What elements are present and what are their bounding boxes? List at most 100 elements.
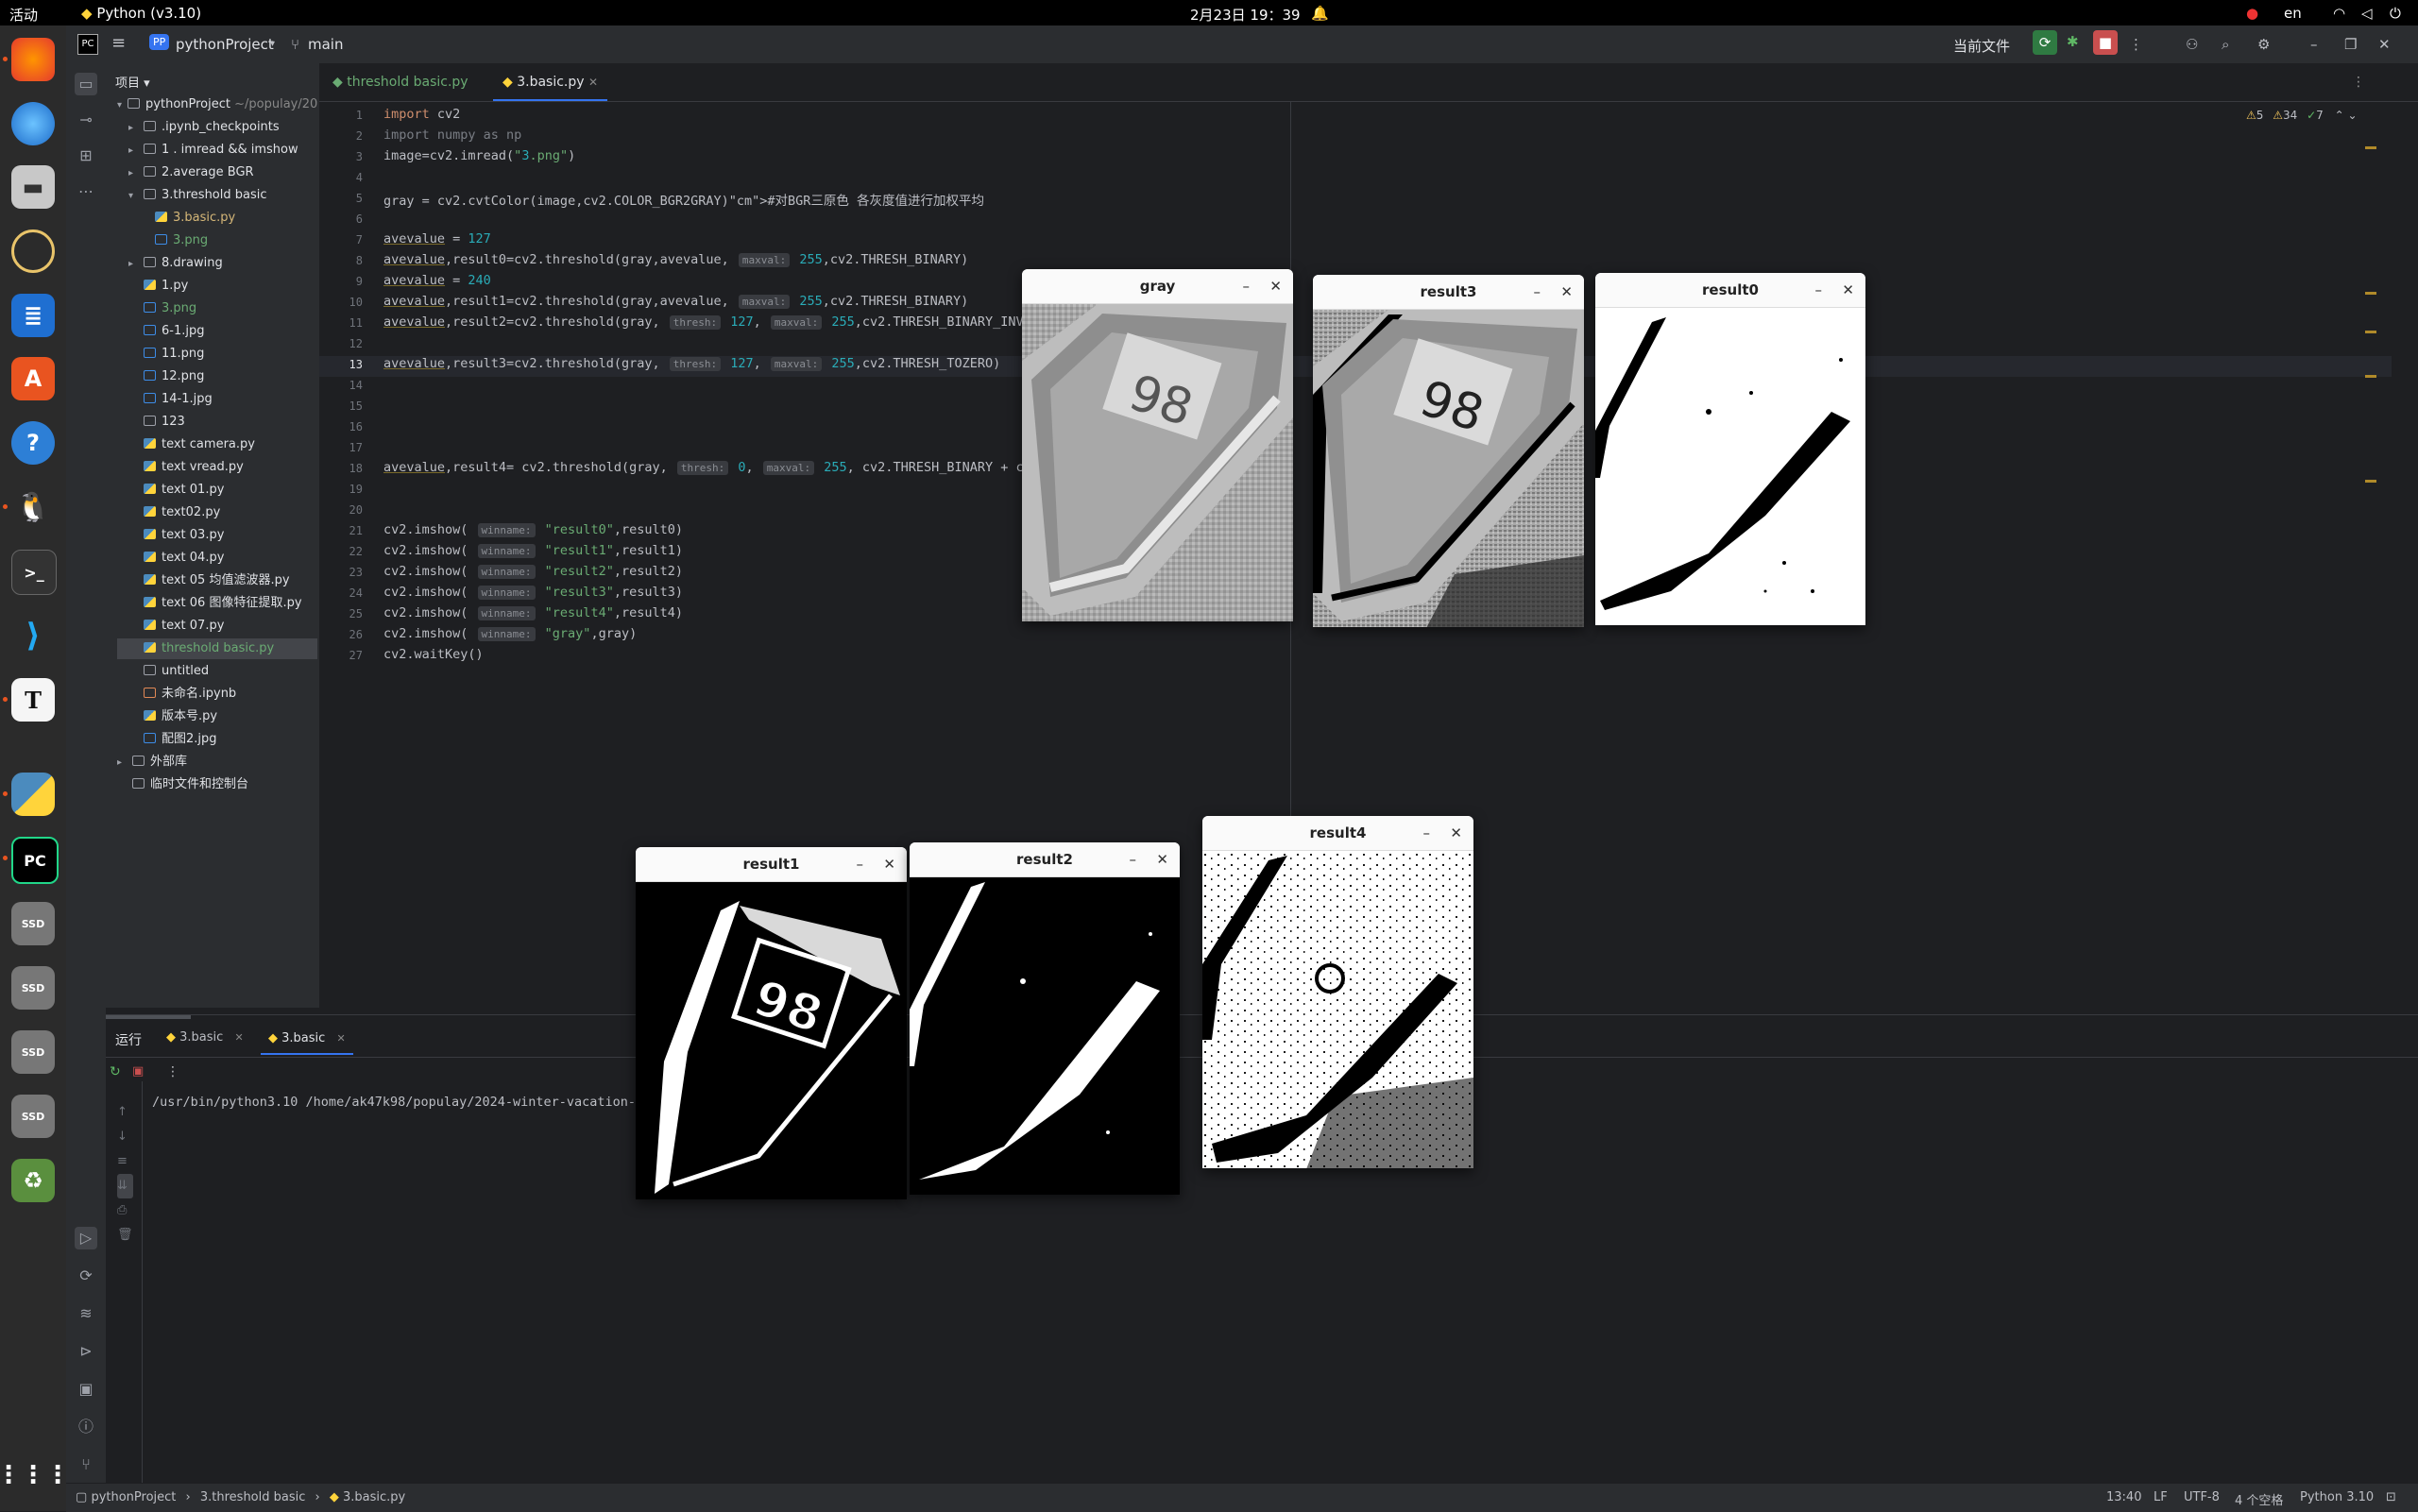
rerun-icon[interactable]: ↻ [110,1064,121,1079]
ssd-drive-icon[interactable]: SSD [11,1095,55,1138]
tree-item[interactable]: 3.png [155,230,208,251]
code-line[interactable]: image=cv2.imread("3.png") [383,148,575,163]
commit-icon[interactable]: ⊸ [75,109,97,131]
chevron-up-icon[interactable]: ⌃ [2335,109,2344,122]
lock-icon[interactable]: ⊡ [2386,1490,2396,1504]
close-icon[interactable]: ✕ [1450,816,1462,850]
project-panel-title[interactable]: 项目 ▾ [115,73,150,91]
tab-3-basic[interactable]: ◆ 3.basic.py ✕ [493,63,608,101]
terminal-tool-icon[interactable]: ▣ [75,1378,97,1401]
tree-external-libs[interactable]: ▸ 外部库 [117,752,187,773]
tree-scratches[interactable]: 临时文件和控制台 [132,774,248,795]
tree-item[interactable]: text02.py [144,502,220,523]
tree-item[interactable]: text 04.py [144,548,224,569]
chevron-right-icon[interactable]: ▸ [128,118,144,139]
restore-icon[interactable]: ❐ [2344,36,2357,53]
help-icon[interactable]: ? [11,421,55,465]
window-title-bar[interactable]: result1 – ✕ [636,847,907,882]
chevron-right-icon[interactable]: ▸ [128,254,144,275]
tree-item[interactable]: ▸ 8.drawing [128,253,223,274]
breadcrumb-folder[interactable]: 3.threshold basic [200,1490,306,1504]
window-gray[interactable]: gray – ✕ 98 [1022,269,1293,621]
tree-item[interactable]: text 06 图像特征提取.py [144,593,302,614]
code-line[interactable]: cv2.imshow( winname: "gray",gray) [383,626,637,641]
scroll-to-end-icon[interactable]: ⇊ [117,1174,133,1198]
tree-item[interactable]: 3.basic.py [155,208,235,229]
tree-item[interactable]: 1.py [144,276,188,297]
code-line[interactable]: avevalue,result2=cv2.threshold(gray, thr… [383,314,1031,330]
code-line[interactable]: cv2.imshow( winname: "result3",result3) [383,585,683,600]
volume-icon[interactable]: ◁ [2361,5,2373,22]
minimize-icon[interactable]: – [1423,816,1431,850]
files-icon[interactable]: ▬ [11,165,55,209]
branch-switcher[interactable]: main [308,36,343,53]
tree-item[interactable]: 6-1.jpg [144,321,204,342]
code-line[interactable]: cv2.imshow( winname: "result1",result1) [383,543,683,558]
tree-item[interactable]: 12.png [144,366,204,387]
inspections-widget[interactable]: ⚠5 ⚠34 ✓7 ⌃ ⌄ [2246,109,2358,122]
indent-setting[interactable]: 4 个空格 [2235,1490,2283,1508]
minimize-icon[interactable]: – [1534,275,1541,309]
run-tab[interactable]: ◆ 3.basic ✕ [166,1030,244,1045]
problems-icon[interactable]: ⓘ [75,1416,97,1438]
line-separator[interactable]: LF [2154,1490,2168,1504]
tree-item[interactable]: text 01.py [144,480,224,501]
services-icon[interactable]: ⊳ [75,1340,97,1363]
caret-position[interactable]: 13:40 [2106,1490,2141,1504]
window-title-bar[interactable]: result4 – ✕ [1202,816,1473,851]
code-line[interactable]: avevalue,result3=cv2.threshold(gray, thr… [383,356,1000,371]
minimize-icon[interactable]: – [1130,842,1137,876]
code-line[interactable]: avevalue,result0=cv2.threshold(gray,avev… [383,252,968,267]
run-config-select[interactable]: 当前文件 [1953,36,2010,56]
chevron-right-icon[interactable]: ▸ [128,163,144,184]
git-icon[interactable]: ⑂ [75,1453,97,1476]
file-encoding[interactable]: UTF-8 [2184,1490,2220,1504]
tree-item[interactable]: untitled [144,661,209,682]
tree-item[interactable]: 123 [144,412,185,433]
wifi-icon[interactable]: ◠ [2333,5,2345,22]
run-tool-icon[interactable]: ▷ [75,1227,97,1249]
scrollbar-thumb[interactable] [106,1015,191,1019]
code-line[interactable]: gray = cv2.cvtColor(image,cv2.COLOR_BGR2… [383,190,984,209]
ssd-drive-icon[interactable]: SSD [11,966,55,1010]
language-indicator[interactable]: en [2284,5,2302,22]
tree-item[interactable]: text 07.py [144,616,224,637]
console-output[interactable]: /usr/bin/python3.10 /home/ak47k98/popula… [152,1095,643,1110]
tree-item[interactable]: text 03.py [144,525,224,546]
minimize-icon[interactable]: – [857,847,864,881]
close-icon[interactable]: ✕ [2378,36,2391,53]
window-result2[interactable]: result2 – ✕ [910,842,1180,1195]
python-packages-icon[interactable]: ⟳ [75,1265,97,1287]
close-tab-icon[interactable]: ✕ [234,1031,243,1044]
code-line[interactable]: avevalue = 127 [383,231,491,246]
rerun-button[interactable]: ⟳ [2033,30,2057,55]
window-result3[interactable]: result3 – ✕ 98 [1313,275,1584,627]
terminal-icon[interactable]: >_ [11,550,57,595]
python-idle-icon[interactable] [11,773,55,816]
chevron-down-icon[interactable]: ▾ [128,186,144,207]
thunderbird-icon[interactable] [11,102,55,145]
ssd-drive-icon[interactable]: SSD [11,902,55,945]
window-result0[interactable]: result0 – ✕ [1595,273,1865,625]
qq-icon[interactable]: 🐧 [11,485,55,529]
software-icon[interactable]: A [11,357,55,400]
up-arrow-icon[interactable]: ↑ [117,1100,133,1125]
code-line[interactable]: import numpy as np [383,127,521,143]
structure-icon[interactable]: ⊞ [75,144,97,167]
clock[interactable]: 2月23日 19：39 [1190,5,1301,25]
tree-item[interactable]: text camera.py [144,434,255,455]
code-line[interactable]: avevalue,result1=cv2.threshold(gray,avev… [383,294,968,309]
code-line[interactable]: cv2.imshow( winname: "result0",result0) [383,522,683,537]
close-icon[interactable]: ✕ [1560,275,1573,309]
code-line[interactable]: cv2.imshow( winname: "result2",result2) [383,564,683,579]
window-title-bar[interactable]: result0 – ✕ [1595,273,1865,308]
chevron-right-icon[interactable]: ▸ [117,753,132,773]
code-line[interactable]: avevalue = 240 [383,273,491,288]
tree-item[interactable]: 11.png [144,344,204,365]
debug-button[interactable]: ✱ [2067,33,2079,50]
soft-wrap-icon[interactable]: ≡ [117,1149,133,1174]
code-line[interactable]: cv2.waitKey() [383,647,484,662]
window-title-bar[interactable]: gray – ✕ [1022,269,1293,304]
app-menu[interactable]: ◆ Python (v3.10) [81,5,201,22]
stop-button[interactable]: ■ [2093,30,2118,55]
